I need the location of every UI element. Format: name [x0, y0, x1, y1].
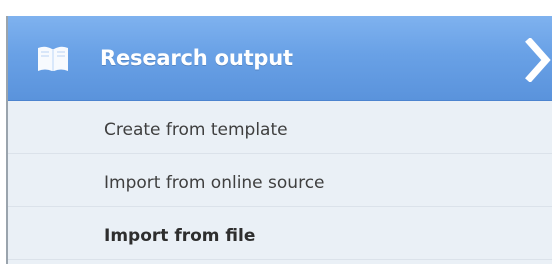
menu-item-import-from-file[interactable]: Import from file — [104, 224, 255, 248]
section-title: Research output — [100, 46, 293, 70]
chevron-right-icon[interactable] — [524, 38, 552, 82]
research-output-header[interactable]: Research output — [8, 16, 552, 101]
research-output-panel: Research output Create from template Imp… — [6, 16, 552, 264]
menu-item-import-from-online-source[interactable]: Import from online source — [104, 171, 325, 195]
menu-divider — [8, 259, 552, 260]
menu-item-create-from-template[interactable]: Create from template — [104, 118, 288, 142]
menu-divider — [8, 206, 552, 207]
menu-divider — [8, 153, 552, 154]
research-output-menu: Create from template Import from online … — [8, 101, 552, 264]
research-output-panel-stage: Research output Create from template Imp… — [0, 0, 552, 264]
book-icon — [38, 46, 68, 71]
